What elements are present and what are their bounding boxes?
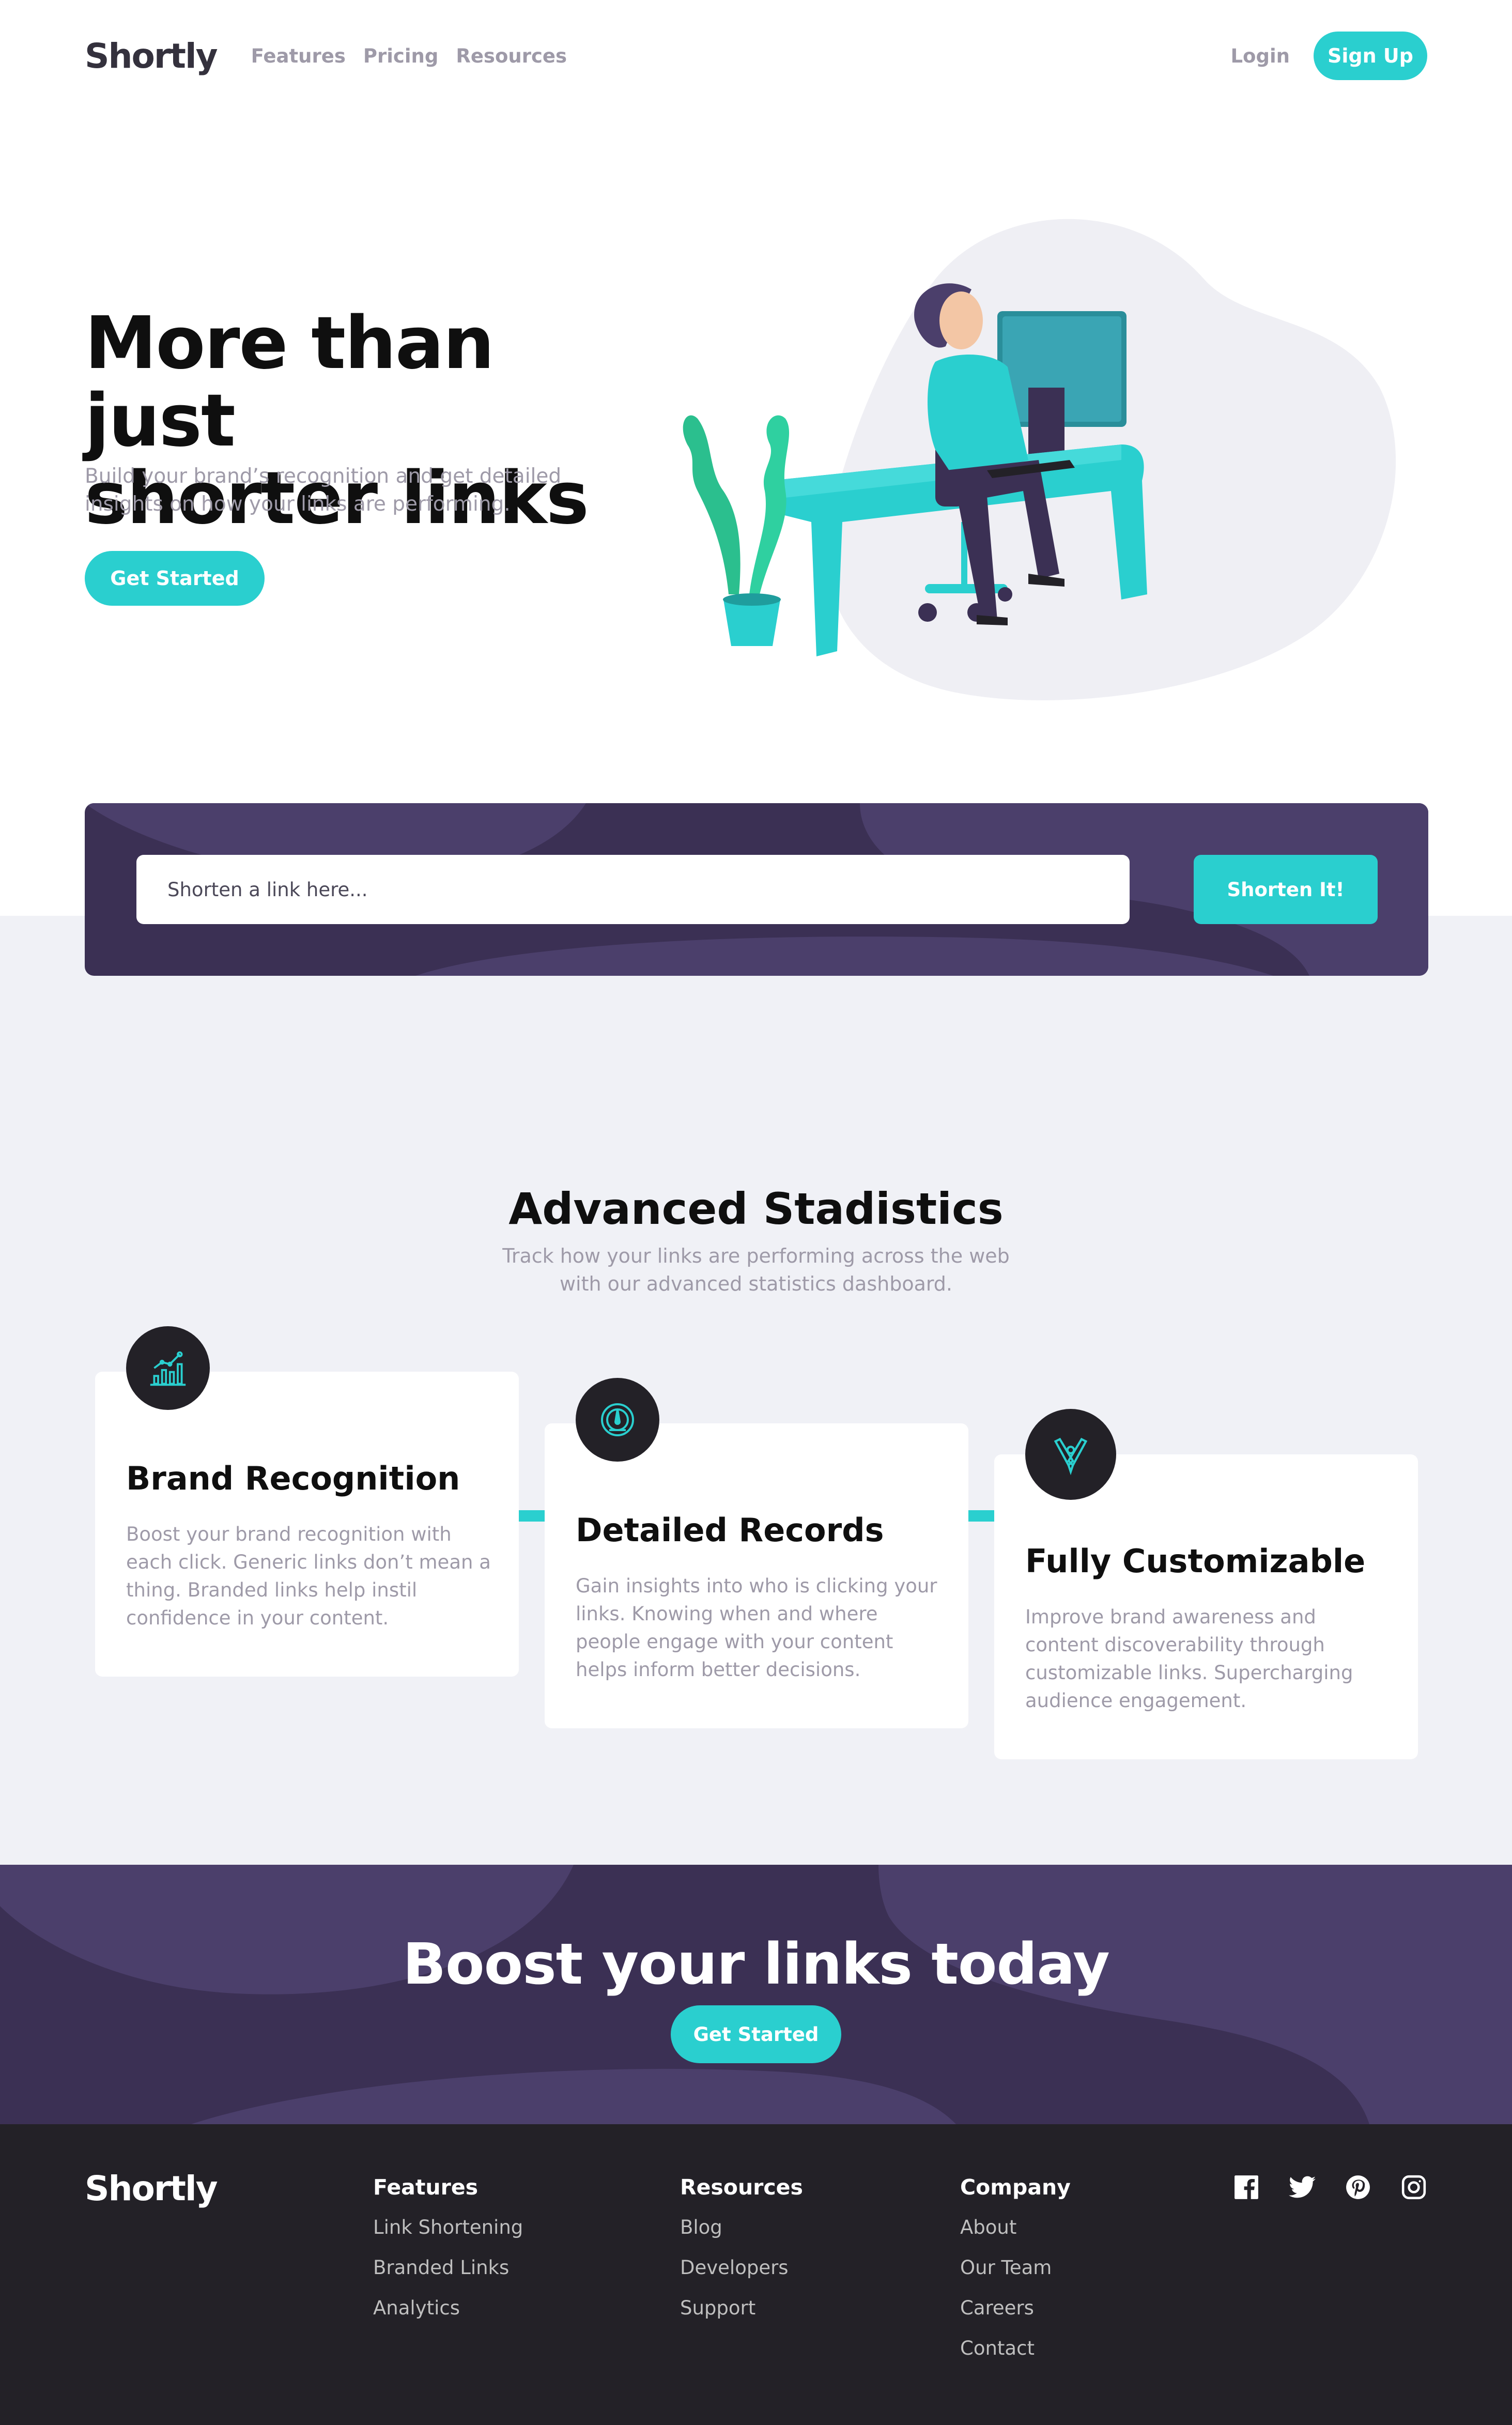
footer-link[interactable]: Contact — [960, 2337, 1071, 2377]
card-title: Detailed Records — [576, 1511, 884, 1549]
nav-resources[interactable]: Resources — [456, 45, 567, 67]
site-footer: Shortly Features Link Shortening Branded… — [0, 2124, 1512, 2425]
card-text: Boost your brand recognition with each c… — [126, 1523, 491, 1629]
footer-link[interactable]: Developers — [680, 2257, 803, 2297]
detailed-records-icon — [576, 1378, 659, 1462]
footer-column-features: Features Link Shortening Branded Links A… — [373, 2175, 523, 2337]
card-title: Fully Customizable — [1025, 1542, 1366, 1580]
footer-link[interactable]: About — [960, 2216, 1071, 2257]
footer-link[interactable]: Support — [680, 2297, 803, 2337]
hero-get-started-button[interactable]: Get Started — [85, 551, 265, 606]
hero-illustration — [683, 219, 1396, 700]
footer-column-company: Company About Our Team Careers Contact — [960, 2175, 1071, 2377]
login-link[interactable]: Login — [1230, 45, 1290, 67]
footer-link[interactable]: Careers — [960, 2297, 1071, 2337]
pinterest-icon[interactable] — [1345, 2174, 1371, 2201]
instagram-icon[interactable] — [1400, 2174, 1427, 2201]
brand-recognition-icon — [126, 1326, 210, 1410]
footer-link[interactable]: Analytics — [373, 2297, 523, 2337]
hero-subtitle: Build your brand’s recognition and get d… — [85, 465, 562, 516]
shorten-button[interactable]: Shorten It! — [1194, 855, 1378, 924]
facebook-icon[interactable] — [1233, 2174, 1260, 2201]
boost-title: Boost your links today — [403, 1931, 1110, 1997]
signup-button[interactable]: Sign Up — [1314, 32, 1427, 80]
card-title: Brand Recognition — [126, 1460, 460, 1497]
plant-leaves — [683, 415, 740, 594]
footer-link[interactable]: Branded Links — [373, 2257, 523, 2297]
shorten-input[interactable] — [136, 855, 1130, 924]
shorten-box: Shorten It! — [85, 803, 1428, 976]
boost-get-started-button[interactable]: Get Started — [671, 2005, 841, 2063]
card-connector — [968, 1510, 996, 1522]
nav-pricing[interactable]: Pricing — [363, 45, 439, 67]
footer-logo[interactable]: Shortly — [85, 2169, 218, 2208]
page: Shortly Features Pricing Resources Login… — [0, 0, 1512, 2425]
hero-title-line1: More than just — [85, 301, 495, 463]
stats-subtitle: Track how your links are performing acro… — [502, 1245, 1010, 1295]
stat-card-brand-recognition: Brand Recognition Boost your brand recog… — [95, 1326, 519, 1677]
nav-features[interactable]: Features — [251, 45, 346, 67]
footer-column-resources: Resources Blog Developers Support — [680, 2175, 803, 2337]
twitter-icon[interactable] — [1289, 2174, 1316, 2201]
header-actions: Login Sign Up — [1230, 32, 1427, 80]
plant-pot — [723, 600, 780, 646]
site-header: Shortly Features Pricing Resources Login… — [85, 31, 1427, 81]
footer-link[interactable]: Link Shortening — [373, 2216, 523, 2257]
footer-column-title: Resources — [680, 2175, 803, 2200]
footer-link[interactable]: Our Team — [960, 2257, 1071, 2297]
logo[interactable]: Shortly — [85, 36, 218, 76]
footer-column-title: Features — [373, 2175, 479, 2200]
footer-column-title: Company — [960, 2175, 1071, 2200]
card-text: Gain insights into who is clicking your … — [576, 1575, 937, 1681]
stat-card-fully-customizable: Fully Customizable Improve brand awarene… — [994, 1409, 1418, 1759]
stats-title: Advanced Stadistics — [508, 1184, 1004, 1234]
card-connector — [519, 1510, 547, 1522]
boost-section: Boost your links today Get Started — [0, 1865, 1512, 2124]
fully-customizable-icon — [1025, 1409, 1116, 1500]
main-nav: Features Pricing Resources — [251, 45, 567, 67]
footer-link[interactable]: Blog — [680, 2216, 803, 2257]
social-links — [1233, 2174, 1427, 2201]
card-text: Improve brand awareness and content disc… — [1025, 1606, 1353, 1712]
stat-card-detailed-records: Detailed Records Gain insights into who … — [545, 1378, 968, 1728]
